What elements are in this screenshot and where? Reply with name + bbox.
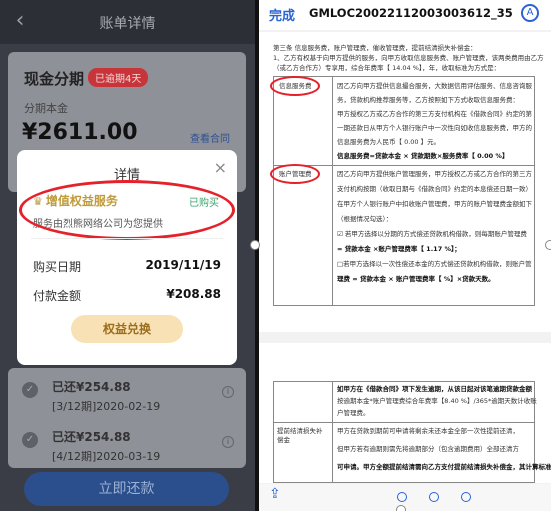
highlight-oval: [270, 164, 320, 184]
check-icon: ✓: [22, 382, 38, 398]
doc-line: （或乙方合作方）专享用，综合年费率【 14.04 %】，年，收取标准为方式是：: [273, 64, 501, 72]
redeem-benefit-button[interactable]: 权益兑换: [71, 315, 183, 343]
view-contract-link[interactable]: 查看合同: [190, 130, 230, 145]
info-icon[interactable]: i: [222, 436, 234, 448]
purchase-date-value: 2019/11/19: [145, 258, 221, 272]
doc-line: 1、乙方有权基于向甲方提供的服务，向甲方收取信息服务费、账户管理费，该两类费用由…: [273, 54, 544, 62]
doc-line: 按逾期本金*账户管理费综合年费率【8.40 %】/365*逾期天数计收账: [337, 397, 537, 405]
payment-amount-value: ¥208.88: [166, 287, 221, 301]
doc-line: 如甲方在《借款合同》项下发生逾期，从该日起对该笔逾期贷款金额: [337, 385, 532, 393]
row-divider: [274, 422, 534, 423]
doc-line: 务，贷款机构推荐服务等，乙方按照如下方式收取信息服务费：: [337, 96, 519, 104]
installment-period: [4/12期]2020-03-19: [52, 450, 161, 463]
document-page: 如甲方在《借款合同》项下发生逾期，从该日起对该笔逾期贷款金额 按逾期本金*账户管…: [259, 343, 551, 483]
nav-bar: ‹ 账单详情: [0, 0, 255, 44]
doc-line: 可申请。甲方全额提前结清需向乙方支付提前结清损失补偿金，其计算标准: [337, 463, 551, 471]
row-divider: [274, 165, 534, 166]
installment-period: [3/12期]2020-02-19: [52, 400, 161, 413]
doc-line: 支付机构按期（收取日期与《借款合同》约定的本息偿还日期一致）: [337, 185, 532, 193]
principal-label: 分期本金: [24, 102, 68, 115]
doc-line: 但甲方若有逾期则需先将逾期部分（包含逾期费用）全部还清方: [337, 445, 519, 453]
doc-line: 甲方在贷款到期前可申请将剩余未还本金全部一次性提前还清，: [337, 427, 519, 435]
prepay-label: 提前结清损失补偿金: [277, 427, 323, 444]
doc-line: □若甲方选择以一次性偿还本金的方式偿还贷款机构借款，则账户管: [337, 260, 532, 268]
column-divider: [332, 77, 333, 305]
crop-handle[interactable]: [396, 505, 406, 511]
highlight-oval: [19, 180, 235, 240]
markup-icon[interactable]: [461, 492, 471, 502]
doc-line: 一期还款日从甲方个人银行账户中一次性向如收信息服务费，甲方的: [337, 124, 532, 132]
doc-line: 理费 = 贷款本金 × 账户管理费率【 %】×贷款天数。: [337, 275, 495, 283]
installment-status: 已还¥254.88: [52, 380, 131, 394]
share-icon[interactable]: ⇪: [269, 486, 281, 502]
close-icon[interactable]: ×: [214, 158, 227, 177]
search-icon[interactable]: [397, 492, 407, 502]
list-item[interactable]: ✓ 已还¥254.88 [4/12期]2020-03-19 i: [8, 424, 246, 472]
installment-list: ✓ 已还¥254.88 [3/12期]2020-02-19 i ✓ 已还¥254…: [8, 368, 246, 468]
doc-line: 因乙方向甲方提供信息撮合服务，大数据信用评估服务、信息咨询服: [337, 82, 532, 90]
bill-detail-screen: ‹ 账单详情 现金分期 已逾期4天 分期本金 ¥2611.00 查看合同 ✓ 已…: [0, 0, 255, 511]
crop-handle[interactable]: [250, 240, 260, 250]
page-title: 账单详情: [99, 16, 156, 32]
highlight-oval: [270, 76, 320, 96]
column-divider: [332, 382, 333, 482]
viewer-toolbar: 完成 GMLOC20022112003003612_35 A: [259, 0, 551, 30]
document-page: 第三条 信息服务费，账户管理费，催收管理费，提前结清损失补偿金： 1、乙方有权基…: [259, 32, 551, 332]
edit-icon[interactable]: [429, 492, 439, 502]
purchase-date-label: 购买日期: [33, 260, 82, 274]
file-name: GMLOC20022112003003612_35: [309, 6, 513, 20]
list-item[interactable]: ✓ 已还¥254.88 [3/12期]2020-02-19 i: [8, 374, 246, 422]
pay-now-button[interactable]: 立即还款: [24, 472, 229, 506]
doc-line: ☑ 若甲方选择以分期的方式偿还贷款机构借款，则每期账户管理费: [337, 230, 527, 238]
doc-line: = 贷款本金 ×账户管理费率【 1.17 %】；: [337, 245, 461, 253]
doc-line: 第三条 信息服务费，账户管理费，催收管理费，提前结清损失补偿金：: [273, 44, 477, 52]
doc-line: 在甲方个人银行账户中扣收账户管理费，甲方的账户管理费金额如下: [337, 200, 532, 208]
check-icon: ✓: [22, 432, 38, 448]
crop-handle[interactable]: [545, 240, 551, 250]
doc-line: 户管理费。: [337, 409, 370, 417]
loan-type-title: 现金分期: [24, 70, 85, 88]
principal-amount: ¥2611.00: [22, 120, 138, 145]
detail-modal: 详情 × ♛ 增值权益服务 已购买 服务由烈熊网络公司为您提供 购买日期 2019…: [17, 150, 237, 365]
info-fee-formula: 信息服务费=贷款本金 × 贷款期数×服务费率【 0.00 %】: [337, 152, 509, 160]
doc-line: 甲方授权乙方或乙方合作的第三方支付机构在《借款合同》约定的第: [337, 110, 532, 118]
overdue-badge: 已逾期4天: [88, 68, 149, 87]
doc-line: （根据情况勾选）：: [337, 215, 393, 223]
installment-status: 已还¥254.88: [52, 430, 131, 444]
markup-icon[interactable]: A: [521, 4, 539, 22]
done-button[interactable]: 完成: [269, 5, 295, 24]
doc-line: 信息服务费为人民币【 0.00 】元。: [337, 138, 441, 146]
document-viewer: 完成 GMLOC20022112003003612_35 A 第三条 信息服务费…: [259, 0, 551, 511]
divider: [31, 238, 223, 239]
doc-line: 因乙方向甲方提供账户管理服务，甲方授权乙方或乙方合作的第三方: [337, 170, 532, 178]
payment-amount-label: 付款金额: [33, 289, 82, 303]
info-icon[interactable]: i: [222, 386, 234, 398]
